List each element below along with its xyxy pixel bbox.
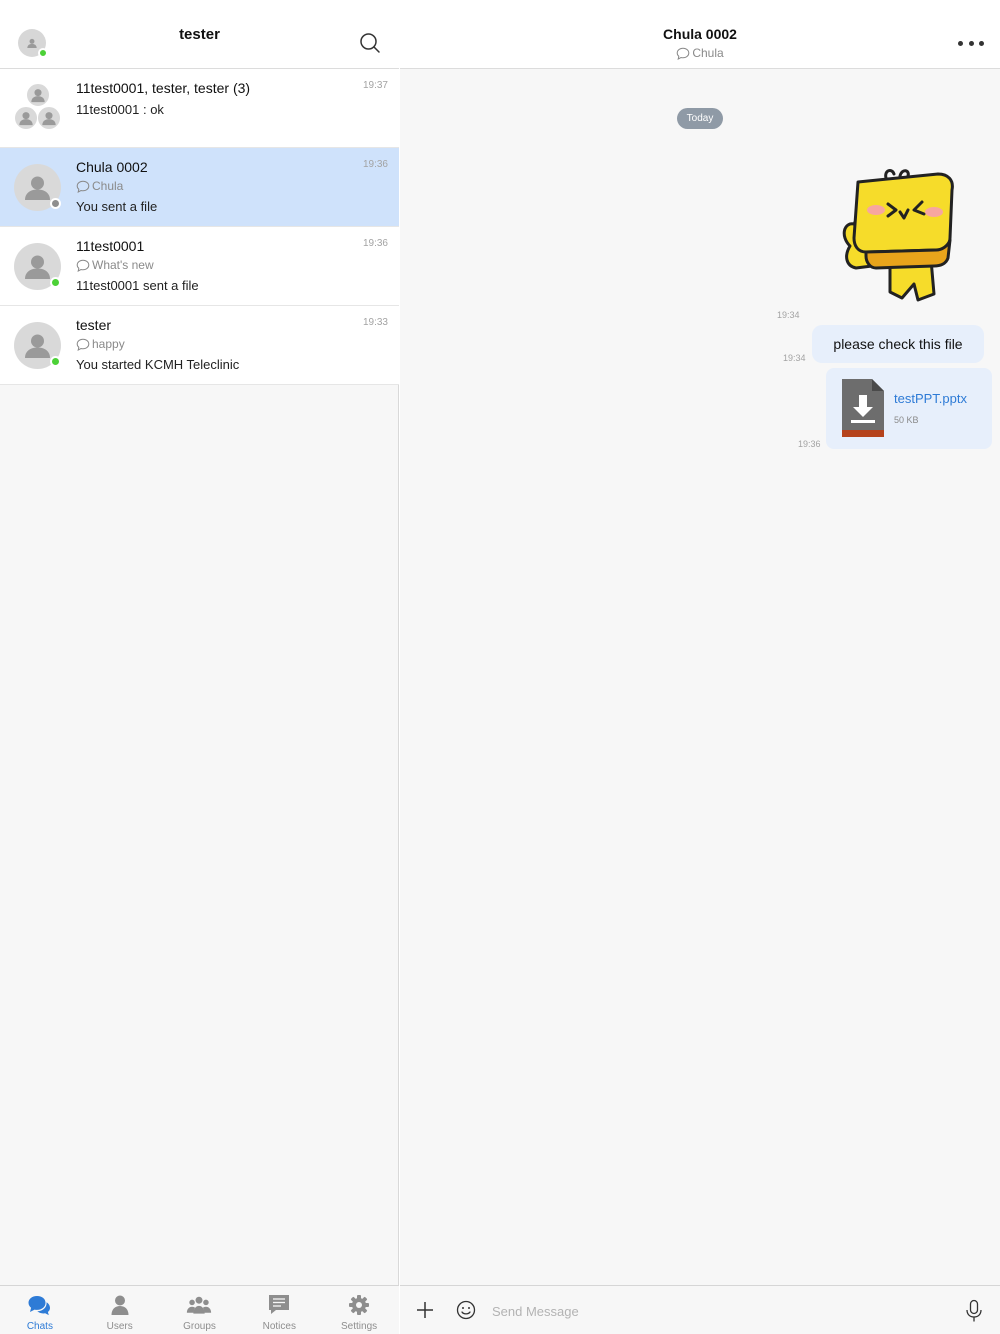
more-dot (979, 40, 984, 46)
speech-bubble-icon (677, 47, 690, 60)
chat-preview: You started KCMH Teleclinic (76, 357, 240, 372)
conversation-status: Chula (400, 46, 1000, 60)
smiley-icon (456, 1300, 476, 1320)
online-status-dot (50, 277, 61, 288)
tab-label: Users (106, 1321, 133, 1332)
member-avatar (37, 106, 61, 130)
conversation-header: Chula 0002 Chula (400, 0, 1000, 69)
message-time: 19:34 (783, 353, 806, 363)
chat-name: 11test0001 (76, 238, 145, 254)
chat-time: 19:36 (362, 159, 388, 170)
online-status-dot (38, 48, 48, 58)
voice-record-button[interactable] (964, 1299, 984, 1323)
app: tester 11test0001, tester, tester (3) 11… (0, 0, 1000, 1334)
file-message-bubble[interactable]: testPPT.pptx 50 KB (826, 368, 992, 449)
chat-status: What's new (76, 258, 154, 272)
chat-time: 19:33 (362, 317, 388, 328)
online-status-dot (50, 356, 61, 367)
chat-preview: You sent a file (76, 199, 158, 214)
chat-name: 11test0001, tester, tester (3) (76, 80, 251, 96)
member-avatar (14, 106, 38, 130)
message-time: 19:34 (777, 310, 800, 320)
bottom-tab-bar: Chats Users Groups Notices Settings (0, 1285, 399, 1334)
chat-status-text: happy (92, 337, 125, 351)
tab-users[interactable]: Users (80, 1286, 160, 1334)
tab-chats[interactable]: Chats (0, 1286, 80, 1334)
conversation-pane: Chula 0002 Chula Today 19:34 19:34 pleas… (400, 0, 1000, 1334)
groups-icon (187, 1296, 212, 1314)
chat-status-text: Chula (92, 179, 124, 193)
chat-status: happy (76, 337, 125, 351)
microphone-icon (966, 1299, 982, 1322)
tab-settings[interactable]: Settings (319, 1286, 399, 1334)
tab-groups[interactable]: Groups (160, 1286, 240, 1334)
search-icon (360, 33, 380, 53)
tab-label: Notices (262, 1321, 296, 1332)
chat-row-11test0001[interactable]: 11test0001 What's new 11test0001 sent a … (0, 227, 399, 306)
offline-status-dot (50, 198, 61, 209)
search-button[interactable] (358, 31, 382, 55)
chat-list: 11test0001, tester, tester (3) 11test000… (0, 69, 399, 385)
chat-list-header: tester (0, 0, 399, 69)
yellow-block-sticker (842, 169, 954, 302)
chat-status: Chula (76, 179, 123, 193)
file-name-link[interactable]: testPPT.pptx (894, 391, 967, 406)
chats-icon (28, 1296, 50, 1316)
chat-row-group[interactable]: 11test0001, tester, tester (3) 11test000… (0, 69, 399, 148)
tab-label: Groups (183, 1321, 216, 1332)
tab-label: Chats (26, 1321, 53, 1332)
speech-bubble-icon (76, 259, 90, 272)
speech-bubble-icon (76, 180, 90, 193)
chat-preview: 11test0001 : ok (76, 102, 164, 117)
avatar (14, 243, 61, 290)
settings-icon (349, 1295, 370, 1315)
chat-row-chula-0002[interactable]: Chula 0002 Chula You sent a file 19:36 (0, 148, 399, 227)
tab-label: Settings (341, 1321, 378, 1332)
member-avatar (26, 83, 50, 107)
sticker-message[interactable] (830, 166, 962, 306)
emoji-button[interactable] (456, 1300, 476, 1320)
chat-name: Chula 0002 (76, 159, 148, 175)
avatar (14, 164, 61, 211)
conversation-status-text: Chula (692, 46, 724, 60)
conversation-title: Chula 0002 (663, 26, 737, 42)
text-message-bubble[interactable]: please check this file (812, 325, 984, 363)
tab-notices[interactable]: Notices (239, 1286, 319, 1334)
more-options-button[interactable] (958, 33, 984, 53)
avatar (14, 322, 61, 369)
group-avatar (12, 81, 64, 133)
more-dot (958, 40, 963, 46)
users-icon (111, 1295, 129, 1315)
current-user-title: tester (179, 26, 220, 43)
speech-bubble-icon (76, 338, 90, 351)
more-dot (968, 40, 974, 46)
chat-time: 19:36 (362, 238, 388, 249)
chat-name: tester (76, 317, 112, 333)
message-composer (400, 1285, 1000, 1334)
chat-time: 19:37 (362, 80, 388, 91)
chat-row-tester[interactable]: tester happy You started KCMH Teleclinic… (0, 306, 399, 385)
plus-icon (417, 1302, 433, 1318)
file-size: 50 KB (894, 415, 919, 425)
message-input[interactable] (492, 1298, 932, 1324)
date-divider: Today (677, 108, 723, 129)
chat-list-pane: tester 11test0001, tester, tester (3) 11… (0, 0, 399, 1334)
file-download-icon (842, 379, 884, 437)
message-time: 19:36 (798, 439, 821, 449)
attach-button[interactable] (415, 1300, 435, 1320)
chat-preview: 11test0001 sent a file (76, 278, 199, 293)
notices-icon (269, 1295, 290, 1314)
chat-status-text: What's new (92, 258, 154, 272)
